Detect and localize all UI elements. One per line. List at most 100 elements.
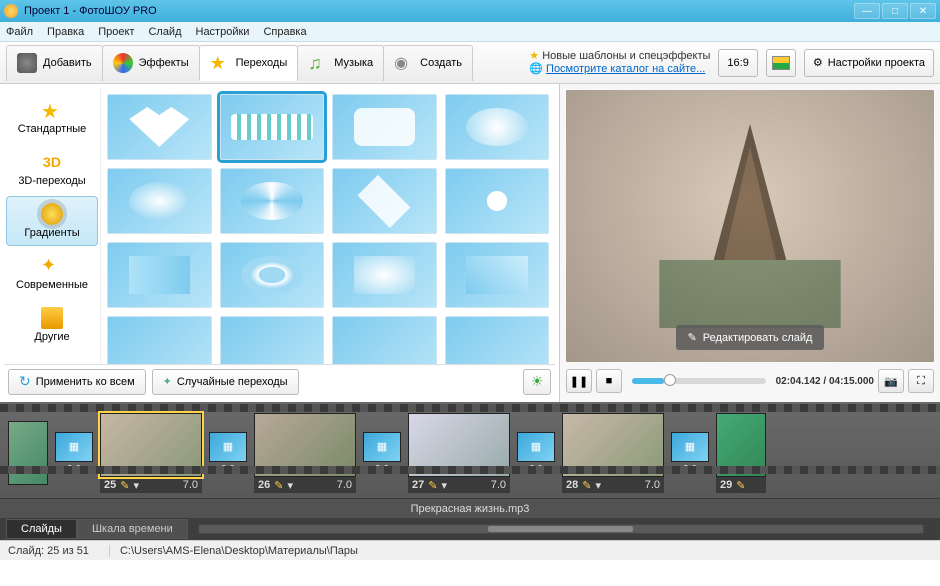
apply-all-button[interactable]: ↻ Применить ко всем [8, 369, 146, 395]
view-tab-timeline[interactable]: Шкала времени [77, 519, 188, 539]
3d-icon: 3D [41, 151, 63, 173]
palette-icon [113, 53, 133, 73]
category-modern[interactable]: ✦ Современные [6, 248, 98, 298]
slide-thumb[interactable] [408, 413, 510, 477]
info-line1: Новые шаблоны и спецэффекты [542, 50, 710, 62]
window-title: Проект 1 - ФотоШОУ PRO [24, 5, 854, 17]
close-button[interactable]: ✕ [910, 3, 936, 19]
transition-thumb[interactable] [445, 316, 550, 364]
menu-slide[interactable]: Слайд [148, 26, 181, 38]
menu-edit[interactable]: Правка [47, 26, 84, 38]
tab-effects[interactable]: Эффекты [102, 45, 200, 81]
transition-grid [100, 88, 555, 364]
menu-file[interactable]: Файл [6, 26, 33, 38]
category-3d[interactable]: 3D 3D-переходы [6, 144, 98, 194]
background-button[interactable] [766, 49, 796, 77]
project-settings-button[interactable]: ⚙ Настройки проекта [804, 49, 934, 77]
audio-track[interactable]: Прекрасная жизнь.mp3 [0, 498, 940, 518]
globe-icon: 🌐 [529, 63, 543, 75]
settings-label: Настройки проекта [828, 57, 925, 69]
slide-thumb[interactable] [100, 413, 202, 477]
star-small-icon: ★ [529, 50, 539, 62]
slide-thumb[interactable] [254, 413, 356, 477]
transition-thumb[interactable] [445, 94, 550, 160]
transition-thumb[interactable] [107, 316, 212, 364]
menu-settings[interactable]: Настройки [196, 26, 250, 38]
transition-thumb[interactable] [332, 242, 437, 308]
snapshot-button[interactable]: 📷 [878, 369, 904, 393]
timeline: ▦2.0 25✎▾7.0 ▦2.0 26✎▾7.0 ▦2.0 27✎▾7.0 ▦… [0, 402, 940, 540]
category-standard[interactable]: ★ Стандартные [6, 92, 98, 142]
horizontal-scrollbar[interactable] [198, 524, 924, 534]
transition-slot[interactable]: ▦2.0 [54, 432, 94, 475]
stop-button[interactable]: ■ [596, 369, 622, 393]
statusbar: Слайд: 25 из 51 C:\Users\AMS-Elena\Deskt… [0, 540, 940, 560]
random-transitions-button[interactable]: ✦ Случайные переходы [152, 369, 299, 395]
transition-thumb[interactable] [220, 316, 325, 364]
add-transition-button[interactable]: ☀ [523, 369, 551, 395]
time-slider[interactable] [632, 378, 766, 384]
info-link[interactable]: Посмотрите каталог на сайте... [546, 63, 705, 75]
music-note-icon: ♫ [308, 53, 328, 73]
edit-slide-button[interactable]: ✎ Редактировать слайд [676, 325, 825, 350]
category-other[interactable]: Другие [6, 300, 98, 350]
transitions-panel: ★ Стандартные 3D 3D-переходы Градиенты ✦… [0, 84, 560, 402]
minimize-button[interactable]: — [854, 3, 880, 19]
preview-panel: ✎ Редактировать слайд ❚❚ ■ 02:04.142 / 0… [560, 84, 940, 402]
menubar: Файл Правка Проект Слайд Настройки Справ… [0, 22, 940, 42]
preview-viewport: ✎ Редактировать слайд [566, 90, 934, 362]
tab-add[interactable]: Добавить [6, 45, 103, 81]
info-box: ★ Новые шаблоны и спецэффекты 🌐 Посмотри… [529, 50, 710, 76]
film-strip[interactable]: ▦2.0 25✎▾7.0 ▦2.0 26✎▾7.0 ▦2.0 27✎▾7.0 ▦… [0, 402, 940, 498]
transition-thumb[interactable] [332, 168, 437, 234]
transition-thumb[interactable] [107, 168, 212, 234]
tab-create[interactable]: ◉ Создать [383, 45, 473, 81]
transition-thumb[interactable] [107, 242, 212, 308]
color-swatch-icon [772, 56, 790, 70]
camera-icon [17, 53, 37, 73]
tab-create-label: Создать [420, 57, 462, 69]
tab-transitions-label: Переходы [236, 57, 288, 69]
maximize-button[interactable]: □ [882, 3, 908, 19]
transition-slot[interactable]: ▦2.0 [670, 432, 710, 475]
view-tab-slides[interactable]: Слайды [6, 519, 77, 539]
menu-help[interactable]: Справка [263, 26, 306, 38]
app-icon [4, 4, 18, 18]
aspect-ratio-button[interactable]: 16:9 [718, 49, 757, 77]
refresh-icon: ↻ [19, 373, 31, 390]
transition-slot[interactable]: ▦2.0 [208, 432, 248, 475]
star-icon: ★ [41, 99, 63, 121]
transition-thumb[interactable] [107, 94, 212, 160]
status-path: C:\Users\AMS-Elena\Desktop\Материалы\Пар… [109, 545, 358, 557]
pause-button[interactable]: ❚❚ [566, 369, 592, 393]
transition-thumb[interactable] [445, 242, 550, 308]
puzzle-icon: ✦ [41, 255, 63, 277]
tab-transitions[interactable]: ★ Переходы [199, 45, 299, 81]
category-list: ★ Стандартные 3D 3D-переходы Градиенты ✦… [4, 88, 100, 364]
transition-slot[interactable]: ▦2.0 [516, 432, 556, 475]
star-icon: ★ [210, 53, 230, 73]
transition-thumb[interactable] [220, 168, 325, 234]
gradient-icon [41, 203, 63, 225]
category-gradients[interactable]: Градиенты [6, 196, 98, 246]
plus-icon: ☀ [531, 373, 544, 390]
fullscreen-button[interactable]: ⛶ [908, 369, 934, 393]
transition-thumb[interactable] [220, 94, 325, 160]
transition-slot[interactable]: ▦2.0 [362, 432, 402, 475]
status-slide: Слайд: 25 из 51 [8, 545, 89, 557]
tab-effects-label: Эффекты [139, 57, 189, 69]
transition-thumb[interactable] [220, 242, 325, 308]
disc-icon: ◉ [394, 53, 414, 73]
slide-thumb-partial[interactable] [8, 421, 48, 485]
pencil-icon: ✎ [688, 331, 697, 344]
chevron-down-icon: ▾ [133, 479, 139, 492]
tab-music[interactable]: ♫ Музыка [297, 45, 384, 81]
transition-thumb[interactable] [445, 168, 550, 234]
transition-thumb[interactable] [332, 94, 437, 160]
slide-thumb[interactable] [716, 413, 766, 477]
titlebar: Проект 1 - ФотоШОУ PRO — □ ✕ [0, 0, 940, 22]
slide-thumb[interactable] [562, 413, 664, 477]
tab-add-label: Добавить [43, 57, 92, 69]
menu-project[interactable]: Проект [98, 26, 134, 38]
transition-thumb[interactable] [332, 316, 437, 364]
